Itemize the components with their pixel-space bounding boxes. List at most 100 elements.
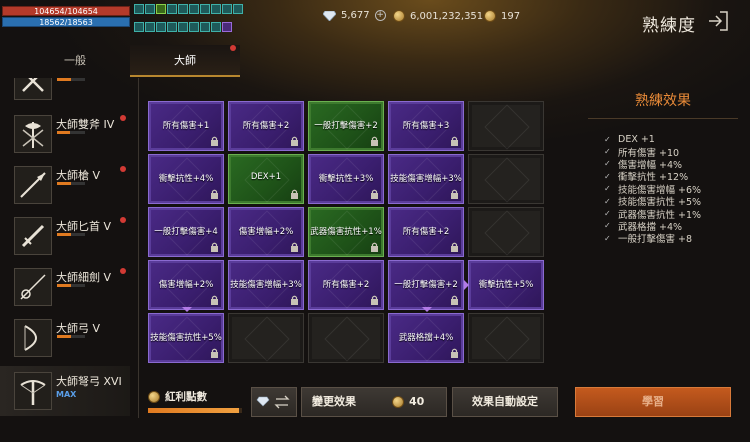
sidebar-item-0[interactable]: 大師巨劍 V	[0, 78, 130, 106]
buff-icon[interactable]	[156, 4, 166, 14]
token-currency: 197	[484, 10, 520, 22]
tab-general[interactable]: 一般	[20, 45, 130, 77]
double-axe-icon	[22, 122, 44, 148]
buff-icon[interactable]	[189, 21, 199, 32]
mastery-node[interactable]: 武器格擋+4%	[388, 313, 464, 363]
sidebar-item-1[interactable]: 大師雙斧 IV	[0, 109, 130, 159]
sidebar-item-2[interactable]: 大師槍 V	[0, 160, 130, 210]
sidebar-item-3[interactable]: 大師匕首 V	[0, 211, 130, 261]
sidebar-item-progress	[57, 131, 85, 134]
buff-icon[interactable]	[145, 4, 155, 14]
token-count: 197	[501, 10, 521, 22]
mastery-node[interactable]: 一般打擊傷害+2	[308, 101, 384, 151]
lock-icon	[371, 295, 378, 305]
effects-list: ✓ DEX +1 ✓ 所有傷害 +10 ✓ 傷害增幅 +4% ✓ 衝擊抗性 +12% ✓ 技能傷害…	[588, 133, 738, 246]
buff-icon[interactable]	[145, 21, 155, 32]
lock-icon	[211, 348, 218, 358]
mastery-node[interactable]: 傷害增幅+2%	[228, 207, 304, 257]
buff-icons[interactable]	[134, 4, 246, 38]
mastery-node[interactable]: 所有傷害+2	[228, 101, 304, 151]
mastery-node[interactable]: 技能傷害抗性+5%	[148, 313, 224, 363]
change-effect-button[interactable]: 變更效果 40	[301, 387, 447, 417]
buff-icon[interactable]	[233, 4, 243, 14]
buff-icon[interactable]	[178, 21, 188, 32]
check-icon: ✓	[604, 147, 611, 157]
sidebar-item-5[interactable]: 大師弓 V	[0, 313, 130, 363]
mastery-node[interactable]: 所有傷害+2	[388, 207, 464, 257]
mastery-node[interactable]: 一般打擊傷害+2	[388, 260, 464, 310]
buff-icon[interactable]	[156, 21, 166, 32]
tab-master[interactable]: 大師	[130, 45, 240, 77]
lock-icon	[451, 348, 458, 358]
alert-dot	[120, 217, 126, 223]
bottom-bar: 紅利點數 變更效果 40 效果自動設定 學習	[0, 384, 750, 442]
check-icon: ✓	[604, 196, 611, 206]
buff-icon[interactable]	[189, 4, 199, 14]
empty-node[interactable]	[468, 207, 544, 257]
bonus-points-icon	[148, 390, 160, 403]
node-label: 所有傷害+2	[322, 280, 370, 290]
mastery-node[interactable]: 所有傷害+3	[388, 101, 464, 151]
mastery-node[interactable]: 傷害增幅+2%	[148, 260, 224, 310]
lock-icon	[451, 136, 458, 146]
mastery-node[interactable]: 所有傷害+2	[308, 260, 384, 310]
buff-icon[interactable]	[200, 21, 210, 32]
mastery-node[interactable]: 衝擊抗性+4%	[148, 154, 224, 204]
add-diamond-button[interactable]: +	[374, 10, 386, 21]
mastery-screen: { "status":{"hp":"104654/104654","mp":"1…	[0, 0, 750, 442]
buff-icon[interactable]	[222, 4, 232, 14]
node-label: 衝擊抗性+3%	[318, 174, 374, 184]
mastery-node[interactable]: 武器傷害抗性+1%	[308, 207, 384, 257]
check-icon: ✓	[604, 171, 611, 181]
bonus-points-label: 紅利點數	[165, 391, 207, 403]
empty-node[interactable]	[308, 313, 384, 363]
buff-icon[interactable]	[200, 4, 210, 14]
sidebar-item-4[interactable]: 大師細劍 V	[0, 262, 130, 312]
buff-icon[interactable]	[211, 4, 221, 14]
empty-node[interactable]	[468, 154, 544, 204]
spear-icon	[20, 172, 46, 198]
swap-currency-button[interactable]	[251, 387, 297, 417]
auto-setting-button[interactable]: 效果自動設定	[452, 387, 558, 417]
check-icon: ✓	[604, 134, 611, 144]
node-label: 傷害增幅+2%	[158, 280, 214, 290]
buff-icon[interactable]	[167, 21, 177, 32]
check-icon: ✓	[604, 159, 611, 169]
buff-icon[interactable]	[211, 21, 221, 32]
lock-icon	[451, 189, 458, 199]
learn-button[interactable]: 學習	[575, 387, 731, 417]
buff-icon[interactable]	[134, 21, 144, 32]
node-pattern	[484, 104, 530, 150]
mastery-node[interactable]: 技能傷害增幅+3%	[228, 260, 304, 310]
hp-bar: 104654/104654	[2, 6, 130, 16]
mastery-node[interactable]: 衝擊抗性+3%	[308, 154, 384, 204]
mastery-node[interactable]: DEX+1	[228, 154, 304, 204]
token-coin-icon	[484, 10, 496, 22]
mastery-node[interactable]: 一般打擊傷害+4	[148, 207, 224, 257]
node-label: 技能傷害抗性+5%	[150, 333, 222, 343]
mastery-node[interactable]: 技能傷害增幅+3%	[388, 154, 464, 204]
empty-node[interactable]	[468, 313, 544, 363]
lock-icon	[451, 295, 458, 305]
mastery-node[interactable]: 衝擊抗性+5%	[468, 260, 544, 310]
check-icon: ✓	[604, 184, 611, 194]
sidebar-item-progress	[57, 233, 85, 236]
exit-icon[interactable]	[706, 9, 730, 33]
node-pattern	[484, 316, 530, 362]
node-label: 衝擊抗性+4%	[158, 174, 214, 184]
buff-icon[interactable]	[222, 21, 232, 32]
buff-icon[interactable]	[178, 4, 188, 14]
weapon-icon-frame	[14, 217, 52, 255]
empty-node[interactable]	[468, 101, 544, 151]
lock-icon	[451, 242, 458, 252]
lock-icon	[291, 295, 298, 305]
sidebar-item-progress	[57, 335, 85, 338]
mastery-node[interactable]: 所有傷害+1	[148, 101, 224, 151]
node-pattern	[484, 157, 530, 203]
empty-node[interactable]	[228, 313, 304, 363]
buff-icon[interactable]	[167, 4, 177, 14]
node-label: 一般打擊傷害+2	[314, 121, 378, 131]
node-label: 技能傷害增幅+3%	[390, 174, 462, 184]
alert-dot	[120, 268, 126, 274]
buff-icon[interactable]	[134, 4, 144, 14]
